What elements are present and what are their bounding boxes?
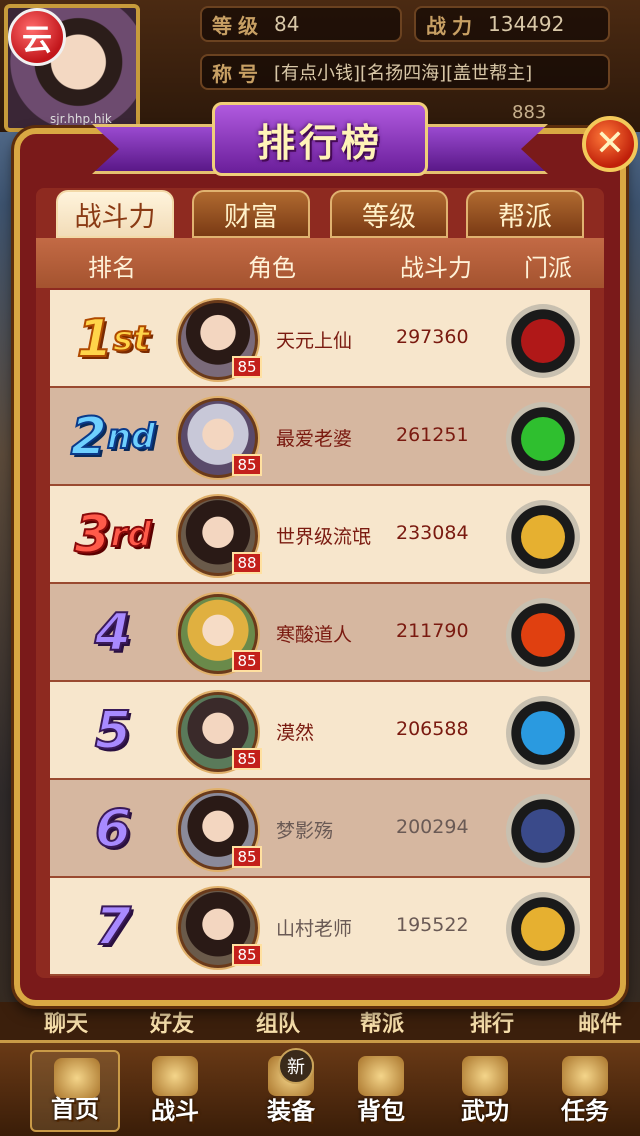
rank-badge: 7 — [94, 896, 132, 958]
table-header: 排名 角色 战斗力 门派 — [36, 238, 604, 288]
home-icon — [54, 1058, 100, 1098]
nav-battle[interactable]: 战斗 — [130, 1050, 220, 1132]
table-row[interactable]: 4 85 寒酸道人 211790 — [50, 584, 590, 682]
power-value: 134492 — [488, 12, 565, 36]
player-name: 漠然 — [276, 722, 315, 744]
tab-combat-power[interactable]: 战斗力 — [56, 190, 174, 238]
dialog-title: 排行榜 — [256, 121, 383, 165]
level-badge: 85 — [232, 356, 262, 378]
nav-home[interactable]: 首页 — [30, 1050, 120, 1132]
column-power: 战斗力 — [400, 254, 472, 282]
app-badge-icon[interactable]: 云 — [8, 8, 66, 66]
new-badge: 新 — [278, 1048, 314, 1084]
table-row[interactable]: 1st 85 天元上仙 297360 — [50, 290, 590, 388]
player-name: 山村老师 — [276, 918, 353, 940]
sect-emblem — [506, 598, 580, 672]
rank-badge: 1st — [76, 308, 151, 370]
table-row[interactable]: 2nd 85 最爱老婆 261251 — [50, 388, 590, 486]
player-name: 寒酸道人 — [276, 624, 353, 646]
mask-sect-icon — [521, 809, 565, 853]
sect-emblem — [506, 892, 580, 966]
table-row[interactable]: 3rd 88 世界级流氓 233084 — [50, 486, 590, 584]
player-name: 最爱老婆 — [276, 428, 353, 450]
ranking-shortcut[interactable]: 排行 — [470, 1006, 514, 1038]
table-row[interactable]: 6 85 梦影殇 200294 — [50, 780, 590, 878]
nav-martial[interactable]: 武功 — [440, 1050, 530, 1132]
level-value: 84 — [274, 12, 300, 36]
table-row[interactable]: 7 85 山村老师 195522 — [50, 878, 590, 976]
player-name: 梦影殇 — [276, 820, 334, 842]
level-badge: 85 — [232, 944, 262, 966]
gold-gourd-sect-icon — [521, 515, 565, 559]
level-badge: 85 — [232, 454, 262, 476]
tab-wealth[interactable]: 财富 — [192, 190, 310, 238]
sect-emblem — [506, 696, 580, 770]
mail-shortcut[interactable]: 邮件 — [578, 1006, 622, 1038]
nav-label: 战斗 — [151, 1097, 199, 1125]
nav-label: 武功 — [461, 1097, 509, 1125]
rank-badge: 5 — [94, 700, 132, 762]
nav-label: 背包 — [357, 1097, 405, 1125]
column-role: 角色 — [248, 254, 296, 282]
title-value: [有点小钱][名扬四海][盖世帮主] — [274, 63, 533, 84]
power-value: 261251 — [396, 424, 469, 446]
power-value: 206588 — [396, 718, 469, 740]
nav-task[interactable]: 任务 — [540, 1050, 630, 1132]
power-value: 297360 — [396, 326, 469, 348]
rank-badge: 4 — [94, 602, 132, 664]
rank-badge: 3rd — [73, 504, 152, 566]
dialog-title-banner: 排行榜 — [92, 92, 548, 188]
martial-icon — [462, 1056, 508, 1096]
nav-label: 装备 — [267, 1097, 315, 1125]
tab-level[interactable]: 等级 — [330, 190, 448, 238]
power-stat: 战力 134492 — [414, 6, 610, 42]
sect-emblem — [506, 402, 580, 476]
rank-badge: 6 — [94, 798, 132, 860]
level-label: 等级 — [212, 13, 264, 38]
level-badge: 88 — [232, 552, 262, 574]
chat-shortcut-row: 聊天 好友 组队 帮派 排行 邮件 — [0, 1002, 640, 1040]
column-rank: 排名 — [88, 254, 136, 282]
sect-emblem — [506, 304, 580, 378]
level-badge: 85 — [232, 846, 262, 868]
nav-label: 任务 — [561, 1097, 609, 1125]
sect-emblem — [506, 500, 580, 574]
tab-guild[interactable]: 帮派 — [466, 190, 584, 238]
power-label: 战力 — [426, 13, 478, 38]
rank-badge: 2nd — [70, 406, 157, 468]
team-shortcut[interactable]: 组队 — [256, 1006, 300, 1038]
title-stat: 称号 [有点小钱][名扬四海][盖世帮主] — [200, 54, 610, 90]
power-value: 233084 — [396, 522, 469, 544]
nav-bag[interactable]: 背包 — [336, 1050, 426, 1132]
sect-emblem — [506, 794, 580, 868]
title-label: 称号 — [212, 61, 264, 86]
ranking-list: 1st 85 天元上仙 297360 2nd 85 最爱老婆 261251 3r… — [50, 290, 590, 976]
red-sect-icon — [521, 319, 565, 363]
level-badge: 85 — [232, 650, 262, 672]
friends-shortcut[interactable]: 好友 — [150, 1006, 194, 1038]
chat-shortcut[interactable]: 聊天 — [44, 1006, 88, 1038]
battle-icon — [152, 1056, 198, 1096]
power-value: 211790 — [396, 620, 469, 642]
power-value: 195522 — [396, 914, 469, 936]
power-value: 200294 — [396, 816, 469, 838]
bag-icon — [358, 1056, 404, 1096]
level-stat: 等级 84 — [200, 6, 402, 42]
fire-sect-icon — [521, 613, 565, 657]
task-icon — [562, 1056, 608, 1096]
table-row[interactable]: 5 85 漠然 206588 — [50, 682, 590, 780]
water-sect-icon — [521, 711, 565, 755]
level-badge: 85 — [232, 748, 262, 770]
player-name: 世界级流氓 — [276, 526, 372, 548]
player-name: 天元上仙 — [276, 330, 353, 352]
green-sect-icon — [521, 417, 565, 461]
guild-shortcut[interactable]: 帮派 — [360, 1006, 404, 1038]
gold-gourd-sect-icon — [521, 907, 565, 951]
close-button[interactable]: ✕ — [582, 116, 638, 172]
column-sect: 门派 — [524, 254, 572, 282]
